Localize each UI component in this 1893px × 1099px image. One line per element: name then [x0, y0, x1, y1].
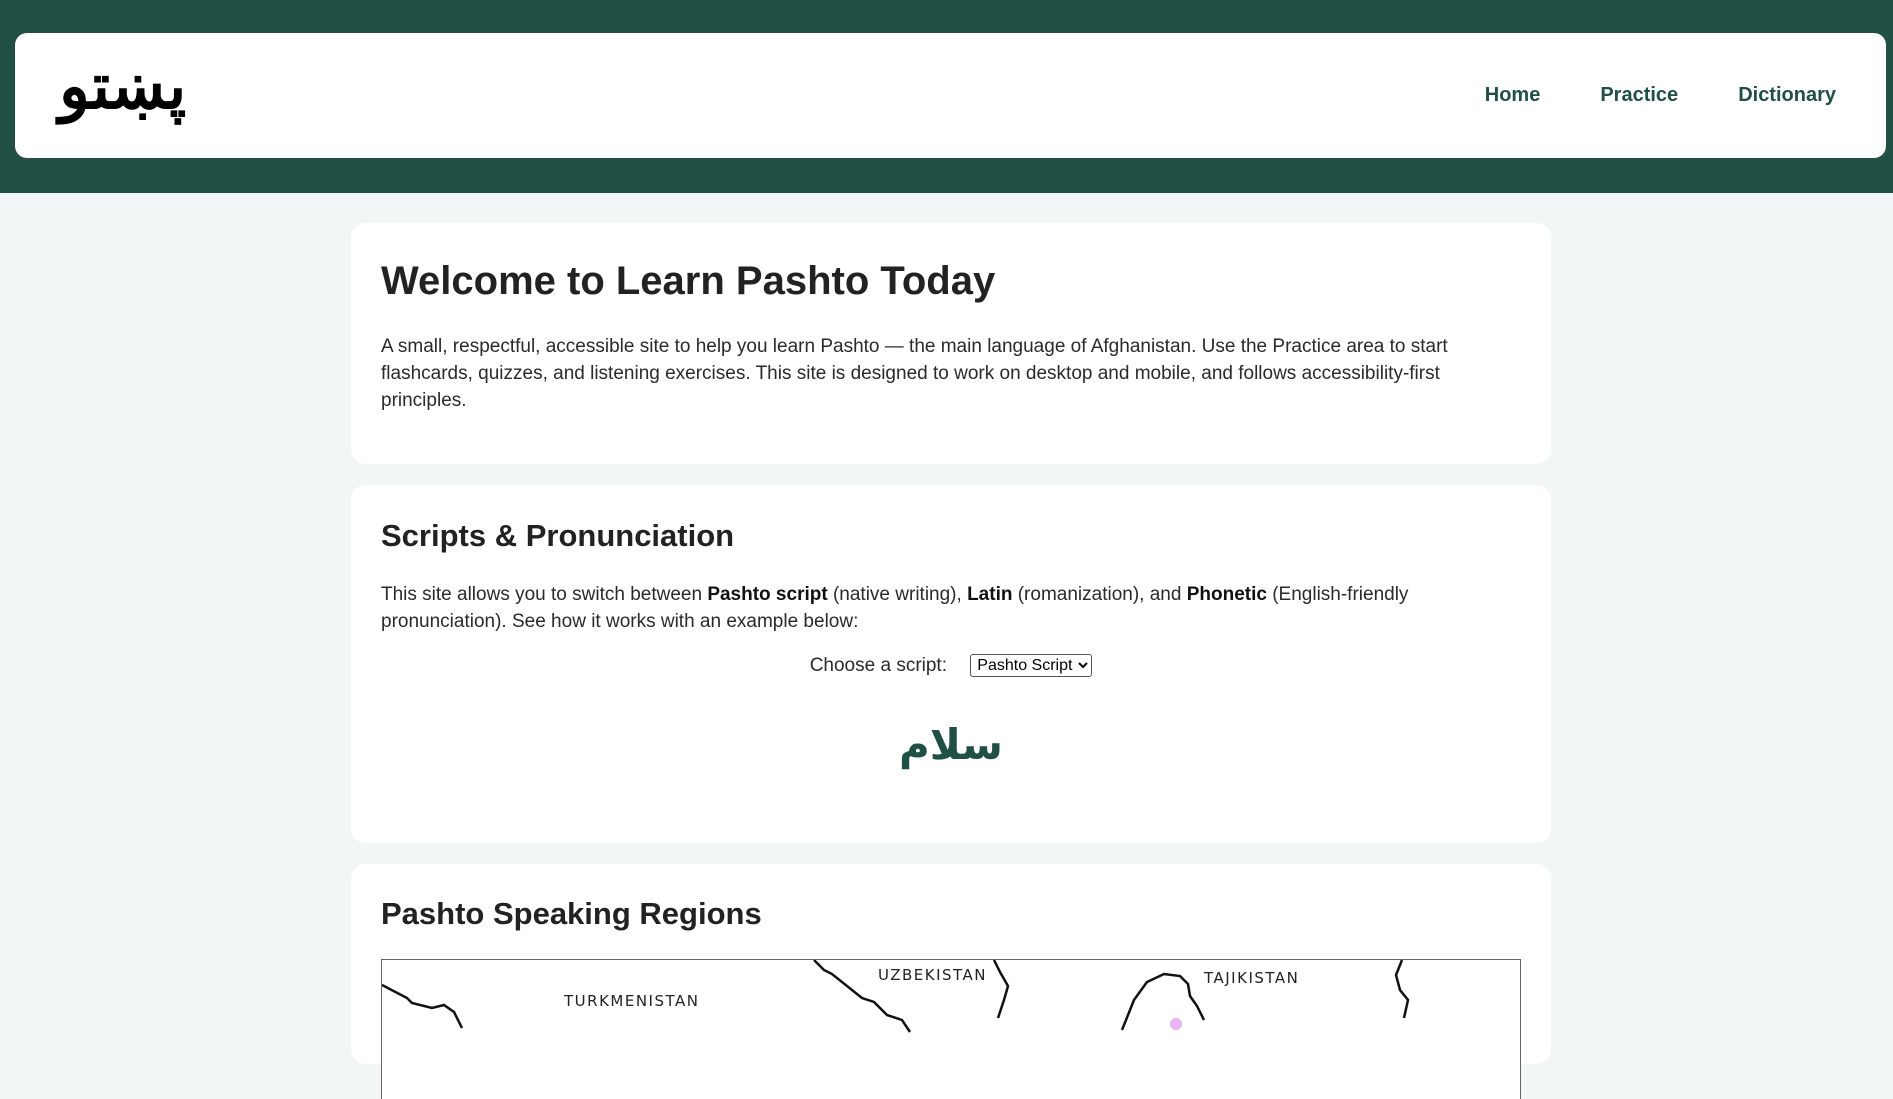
scripts-desc-text: (romanization), and: [1012, 584, 1187, 605]
region-marker: [1170, 1018, 1182, 1030]
map-label-tajikistan: TAJIKISTAN: [1203, 969, 1299, 987]
script-select[interactable]: Pashto Script: [970, 654, 1093, 677]
intro-text: A small, respectful, accessible site to …: [381, 336, 1448, 411]
nav-dictionary-link[interactable]: Dictionary: [1738, 84, 1836, 107]
main-nav: Home Practice Dictionary: [1485, 33, 1886, 158]
site-logo[interactable]: پښتو: [59, 55, 186, 119]
regions-card: Pashto Speaking Regions TURKMENISTAN UZB…: [351, 864, 1551, 1099]
pashto-script-term: Pashto script: [707, 584, 828, 605]
latin-term: Latin: [967, 584, 1013, 605]
scripts-desc-text: This site allows you to switch between: [381, 584, 708, 605]
regions-map[interactable]: TURKMENISTAN UZBEKISTAN TAJIKISTAN: [381, 959, 1521, 1099]
nav-home-link[interactable]: Home: [1485, 84, 1541, 107]
scripts-description: This site allows you to switch between P…: [381, 581, 1501, 635]
regions-heading: Pashto Speaking Regions: [381, 896, 762, 931]
border-line: [1120, 972, 1206, 1031]
regions-map-svg: TURKMENISTAN UZBEKISTAN TAJIKISTAN: [382, 960, 1410, 1033]
map-label-turkmenistan: TURKMENISTAN: [563, 992, 699, 1010]
page-title: Welcome to Learn Pashto Today: [381, 259, 996, 303]
border-line: [382, 983, 464, 1029]
border-line: [992, 960, 1010, 1019]
example-word: سلام: [899, 720, 1003, 769]
nav-practice-link[interactable]: Practice: [1600, 84, 1678, 107]
map-label-uzbekistan: UZBEKISTAN: [878, 966, 987, 984]
site-header: پښتو Home Practice Dictionary: [15, 33, 1886, 158]
welcome-card: Welcome to Learn Pashto Today A small, r…: [351, 223, 1551, 464]
scripts-heading: Scripts & Pronunciation: [381, 518, 735, 553]
scripts-desc-text: (native writing),: [827, 584, 968, 605]
scripts-card: Scripts & Pronunciation This site allows…: [351, 485, 1551, 843]
script-chooser: Choose a script: Pashto Script: [351, 654, 1551, 677]
border-line: [1394, 960, 1410, 1019]
phonetic-term: Phonetic: [1186, 584, 1267, 605]
script-select-label: Choose a script:: [809, 654, 947, 676]
